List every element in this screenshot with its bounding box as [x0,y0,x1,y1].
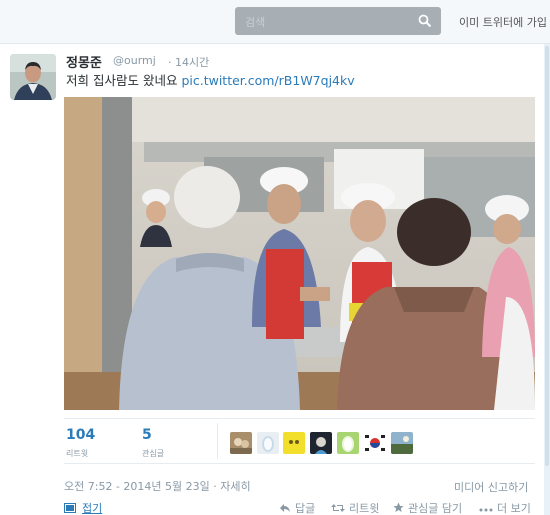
tweet-time[interactable]: · 14시간 [168,54,209,70]
avatar[interactable] [10,54,56,100]
collapse-icon [64,503,76,513]
tweet-actions: 접기 답글 리트윗 관심글 담기 더 보기 [0,498,550,515]
retweet-icon [331,504,345,512]
tweet-photo[interactable] [64,97,535,410]
search-placeholder: 검색 [245,16,266,29]
tweet-text: 저희 집사람도 왔네요 pic.twitter.com/rB1W7qj4kv [66,70,355,89]
author-name[interactable]: 정몽준 [66,52,102,71]
retweet-count[interactable]: 104 [66,427,95,443]
tweet-datetime[interactable]: 오전 7:52 - 2014년 5월 23일 · 자세히 [64,478,251,494]
time-label: 14시간 [175,56,210,69]
collapse-link[interactable]: 접기 [64,500,102,515]
tweet-stats: 104 리트윗 5 관심글 [64,418,535,464]
retweeter-avatar[interactable] [364,432,386,454]
report-media-link[interactable]: 미디어 신고하기 [454,479,528,495]
retweeter-avatar[interactable] [310,432,332,454]
top-bar: 검색 이미 트위터에 가입 [0,0,550,44]
more-label: 더 보기 [497,502,531,515]
author-handle[interactable]: @ourmj [113,54,156,67]
search-icon[interactable] [418,14,432,28]
tweet-body: 저희 집사람도 왔네요 [66,73,178,88]
more-icon [479,508,493,512]
retweeter-avatar[interactable] [230,432,252,454]
collapse-label: 접기 [82,502,103,515]
search-input[interactable]: 검색 [235,7,441,35]
more-button[interactable]: 더 보기 [479,500,531,515]
scrollbar-thumb[interactable] [545,46,549,466]
favorite-button[interactable]: 관심글 담기 [393,500,462,515]
reply-icon [280,504,290,512]
stats-divider [217,423,218,459]
reply-label: 답글 [295,502,316,515]
retweet-count-label: 리트윗 [66,449,89,458]
favorite-label: 관심글 담기 [408,502,463,515]
retweeter-avatar[interactable] [283,432,305,454]
time-separator: · [168,56,172,69]
already-member-link[interactable]: 이미 트위터에 가입 [459,14,547,30]
reply-button[interactable]: 답글 [279,500,315,515]
star-icon [393,502,404,512]
retweeter-avatar[interactable] [391,432,413,454]
retweet-label: 리트윗 [349,502,380,515]
retweet-button[interactable]: 리트윗 [331,500,379,515]
favorite-count[interactable]: 5 [142,427,152,443]
favorite-count-label: 관심글 [142,449,165,458]
retweeter-avatar[interactable] [257,432,279,454]
retweeter-avatar[interactable] [337,432,359,454]
tweet-media-link[interactable]: pic.twitter.com/rB1W7qj4kv [181,73,354,88]
